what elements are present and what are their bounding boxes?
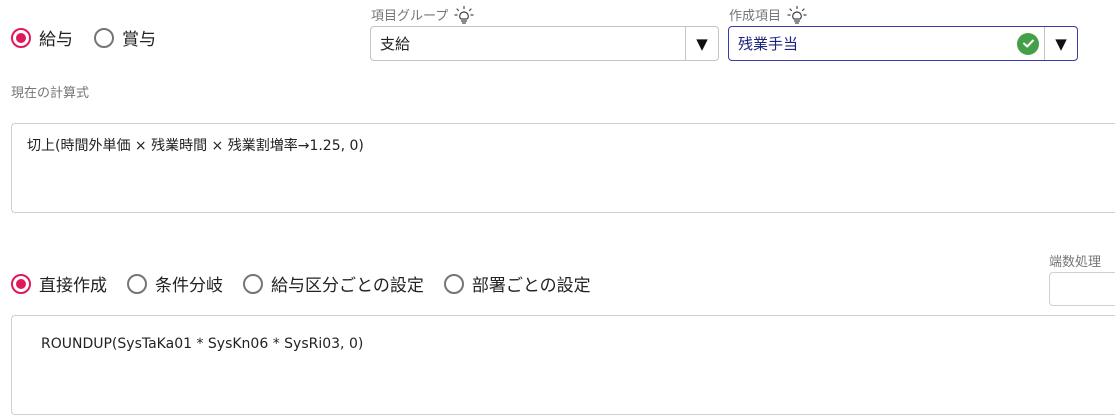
radio-pay-category-label: 給与区分ごとの設定 — [271, 276, 424, 296]
radio-direct-label: 直接作成 — [39, 276, 107, 296]
formula-editor-text: ROUNDUP(SysTaKa01 * SysKn06 * SysRi03, 0… — [41, 336, 364, 352]
radio-salary-label: 給与 — [39, 30, 73, 50]
radio-conditional-indicator — [127, 273, 147, 294]
radio-pay-category[interactable]: 給与区分ごとの設定 — [243, 271, 424, 296]
current-formula-label: 現在の計算式 — [11, 86, 90, 101]
formula-editor[interactable]: ROUNDUP(SysTaKa01 * SysKn06 * SysRi03, 0… — [11, 315, 1115, 415]
radio-department-indicator — [443, 273, 464, 294]
mode-radio-group: 直接作成 条件分岐 給与区分ごとの設定 部署ごとの設定 — [11, 271, 591, 296]
radio-bonus-label: 賞与 — [122, 30, 156, 50]
current-formula-box: 切上(時間外単価 × 残業時間 × 残業割増率→1.25, 0) — [11, 123, 1115, 213]
chevron-down-icon[interactable]: ▼ — [1044, 27, 1077, 60]
radio-direct-indicator — [11, 273, 31, 294]
radio-direct[interactable]: 直接作成 — [11, 271, 107, 296]
created-item-label: 作成項目 — [729, 5, 807, 24]
rounding-label: 端数処理 — [1049, 255, 1102, 270]
item-group-label: 項目グループ — [371, 5, 474, 24]
radio-conditional[interactable]: 条件分岐 — [127, 271, 223, 296]
radio-pay-category-indicator — [243, 273, 263, 294]
item-group-select[interactable]: 支給 ▼ — [370, 26, 719, 61]
rounding-select[interactable] — [1049, 272, 1115, 306]
created-item-value: 残業手当 — [738, 35, 799, 53]
radio-conditional-label: 条件分岐 — [155, 276, 223, 296]
radio-department[interactable]: 部署ごとの設定 — [443, 271, 591, 296]
check-circle-icon — [1017, 32, 1039, 55]
radio-bonus[interactable]: 賞与 — [94, 25, 156, 50]
current-formula-text: 切上(時間外単価 × 残業時間 × 残業割増率→1.25, 0) — [27, 138, 364, 154]
lightbulb-icon[interactable] — [787, 5, 807, 24]
created-item-select[interactable]: 残業手当 ▼ — [728, 26, 1078, 61]
chevron-down-icon[interactable]: ▼ — [685, 27, 718, 60]
radio-department-label: 部署ごとの設定 — [471, 276, 591, 296]
pay-type-radio-group: 給与 賞与 — [11, 25, 156, 50]
created-item-label-text: 作成項目 — [729, 9, 782, 24]
lightbulb-icon[interactable] — [454, 5, 474, 24]
radio-bonus-indicator — [94, 27, 114, 48]
radio-salary[interactable]: 給与 — [11, 25, 73, 50]
item-group-value: 支給 — [380, 35, 411, 53]
item-group-label-text: 項目グループ — [371, 9, 449, 24]
radio-salary-indicator — [11, 27, 31, 48]
